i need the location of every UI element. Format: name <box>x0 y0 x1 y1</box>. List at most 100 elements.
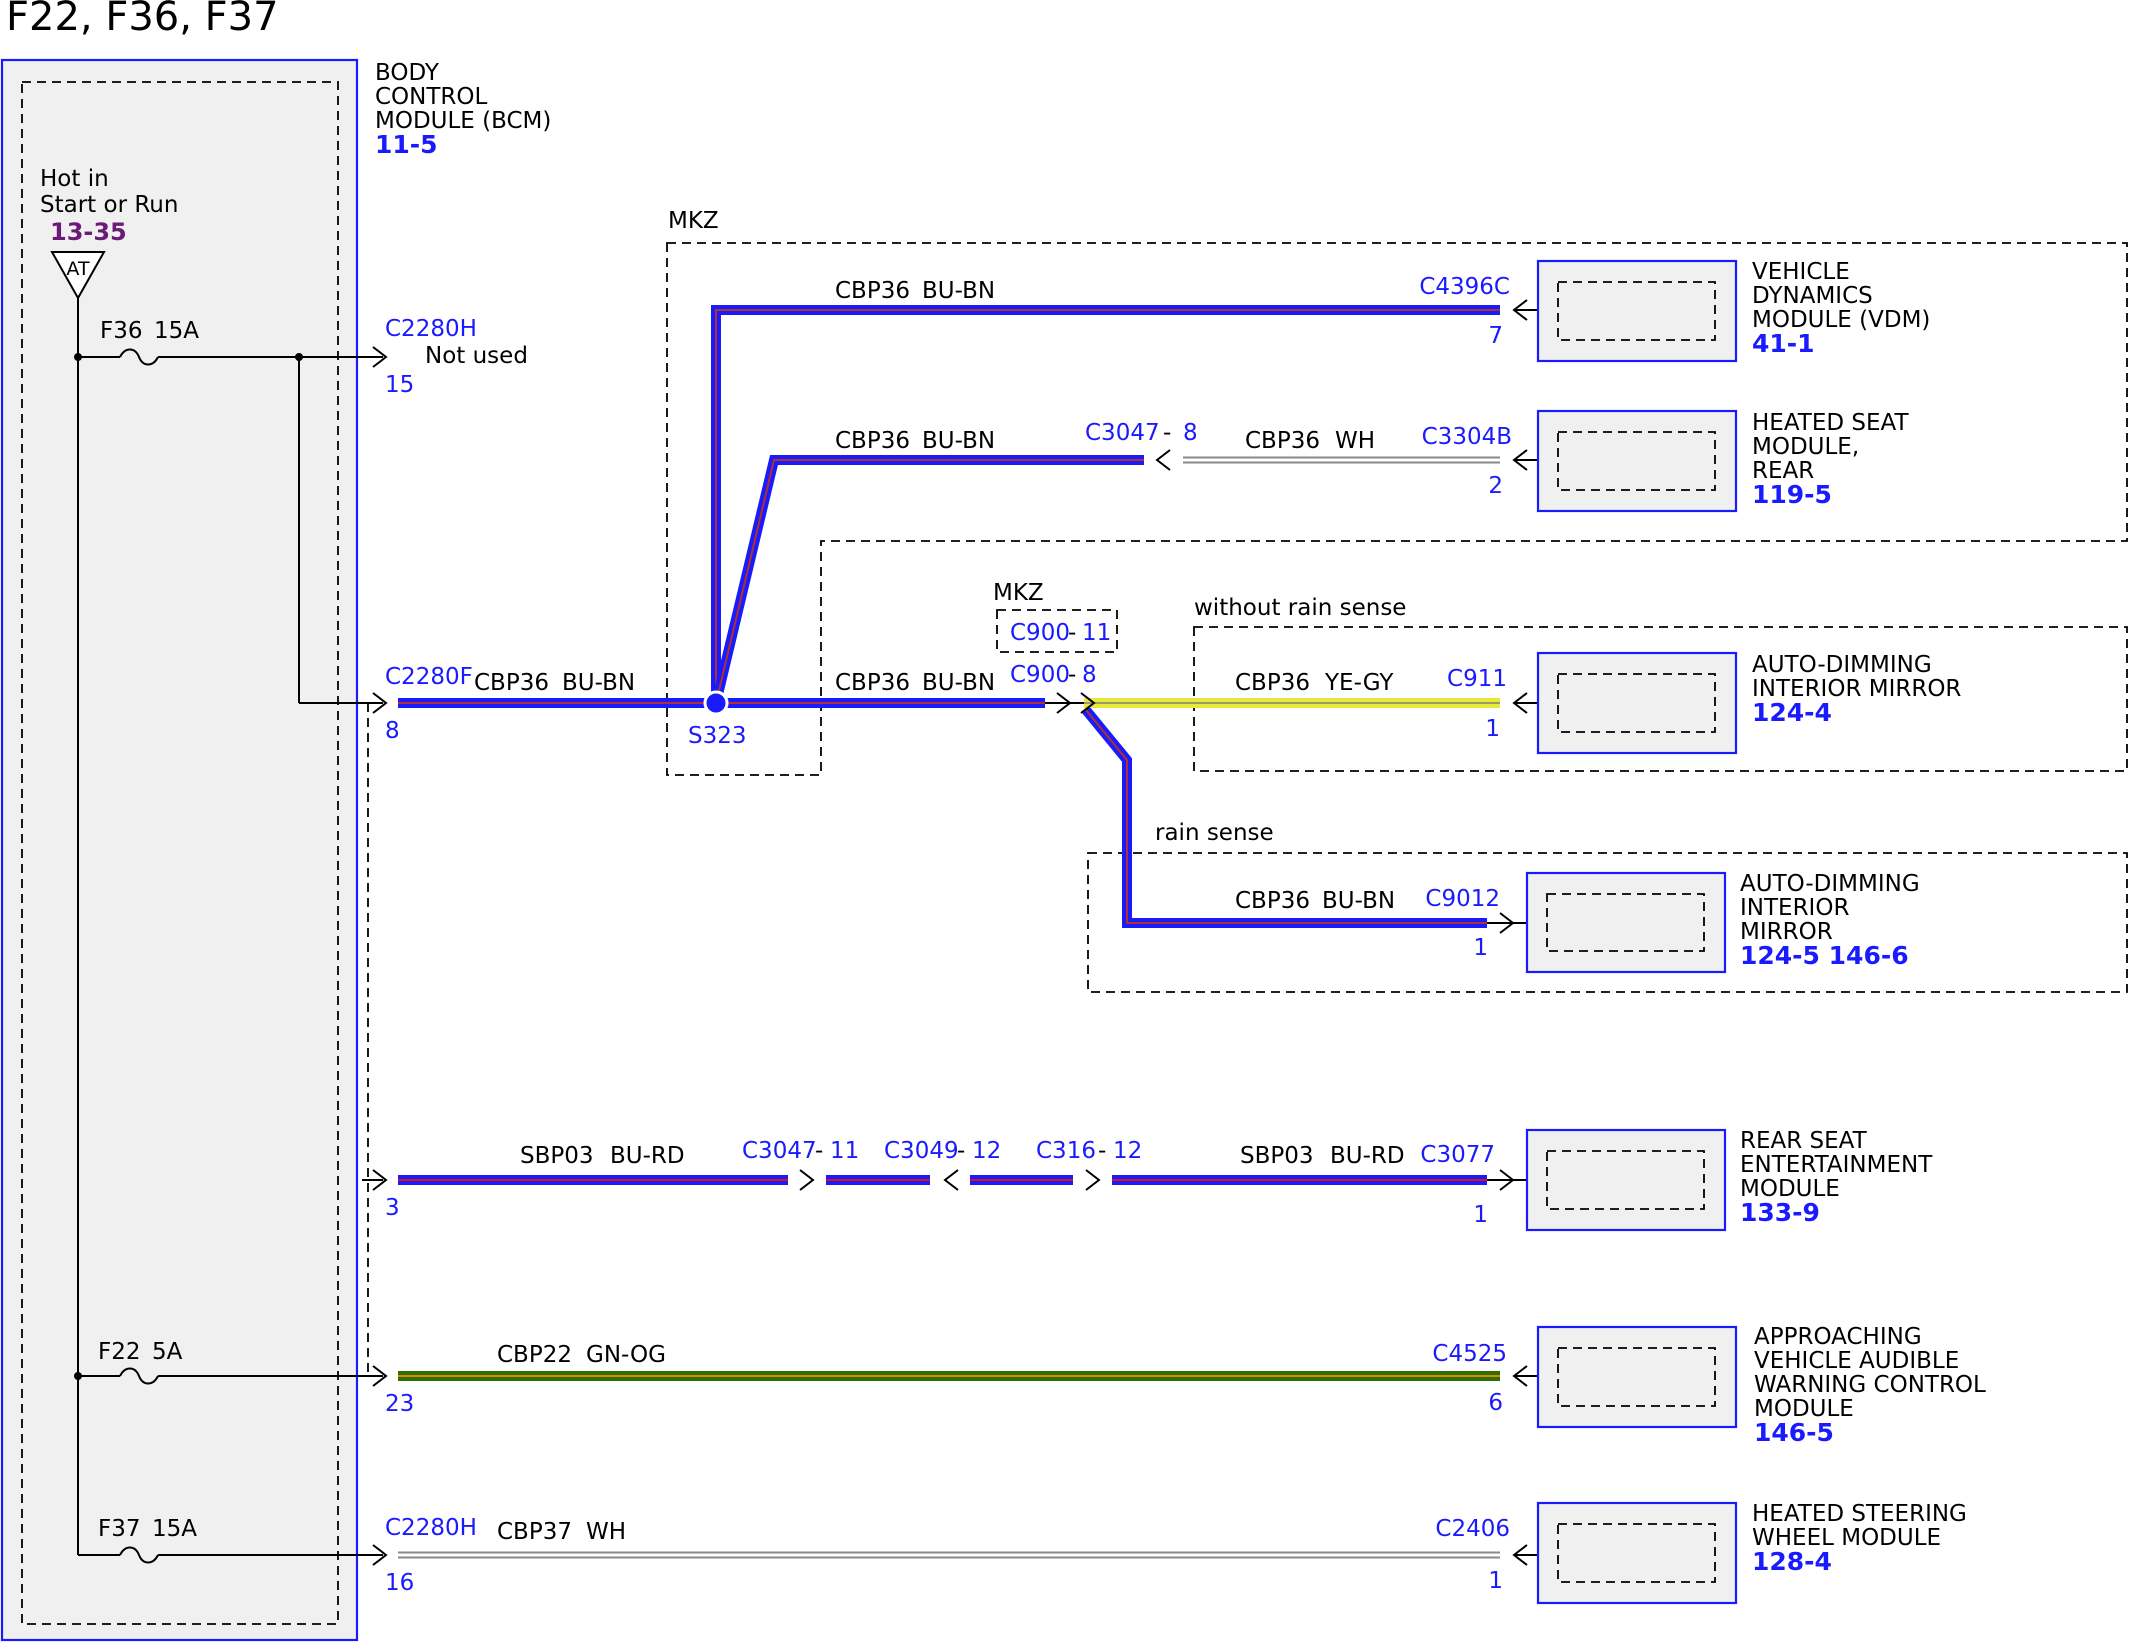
connector-c3047-11-pin: 11 <box>830 1138 859 1164</box>
power-source-symbol: AT <box>66 258 90 280</box>
bcm-label-line1: BODY <box>375 60 440 86</box>
splice-s323-icon <box>703 690 729 716</box>
module-name-line: MODULE, <box>1752 434 1859 460</box>
connector-c9012-pin: 1 <box>1473 935 1488 961</box>
fuse-f22-rating: 5A <box>152 1339 183 1365</box>
module-name-line: VEHICLE AUDIBLE <box>1754 1348 1959 1374</box>
connector-arrow-icon <box>943 1169 959 1191</box>
connector-c3077-label: C3077 <box>1420 1142 1495 1168</box>
pin-23: 23 <box>385 1391 414 1417</box>
connector-c4525-label: C4525 <box>1432 1341 1507 1367</box>
wire-harness <box>398 305 1500 1559</box>
module-ref-link[interactable]: 41-1 <box>1752 329 1815 358</box>
bcm-box <box>0 58 359 1642</box>
connector-arrow-icon <box>1155 449 1171 471</box>
module-vdm[interactable]: VEHICLE DYNAMICS MODULE (VDM) 41-1 <box>1536 259 1930 363</box>
bcm-label-line2: CONTROL <box>375 84 488 110</box>
wire-label-name: SBP03 <box>520 1143 594 1169</box>
connector-c3304b-label: C3304B <box>1422 424 1512 450</box>
wire-label-name: CBP36 <box>1235 888 1310 914</box>
connector-c3049-label: C3049 <box>884 1138 959 1164</box>
wire-stripe <box>715 459 1144 704</box>
wire-label-name: SBP03 <box>1240 1143 1314 1169</box>
connector-c900-8-label: C900 <box>1010 662 1070 688</box>
module-rear-seat-entertainment[interactable]: REAR SEAT ENTERTAINMENT MODULE 133-9 <box>1525 1128 1933 1232</box>
connector-c2406-pin: 1 <box>1488 1568 1503 1594</box>
connector-c316-label: C316 <box>1036 1138 1096 1164</box>
module-ref-link[interactable]: 124-5 146-6 <box>1740 941 1909 970</box>
rain-sense-label: rain sense <box>1155 820 1274 846</box>
wire-label-color: BU-BN <box>562 670 635 696</box>
splice-s323-label: S323 <box>688 723 747 749</box>
wire-label-name: CBP36 <box>474 670 549 696</box>
without-rain-sense-label: without rain sense <box>1194 595 1406 621</box>
wire-label-name: CBP22 <box>497 1342 572 1368</box>
connector-c900-8-pin: 8 <box>1082 662 1097 688</box>
module-ref-link[interactable]: 128-4 <box>1752 1547 1832 1576</box>
connector-dash: - <box>1068 662 1076 688</box>
wire-label-color: WH <box>1335 428 1375 454</box>
connector-c9012-label: C9012 <box>1425 886 1500 912</box>
module-ref-link[interactable]: 133-9 <box>1740 1198 1820 1227</box>
module-heated-steering-wheel[interactable]: HEATED STEERING WHEEL MODULE 128-4 <box>1536 1501 1967 1605</box>
diagram-title: F22, F36, F37 <box>6 0 279 40</box>
module-name-line: WARNING CONTROL <box>1754 1372 1986 1398</box>
bcm-label: BODY CONTROL MODULE (BCM) 11-5 <box>375 60 551 159</box>
connector-c4525-pin: 6 <box>1488 1390 1503 1416</box>
not-used-label: Not used <box>425 343 528 369</box>
connector-dash: - <box>815 1138 823 1164</box>
connector-arrow-icon <box>799 1169 815 1191</box>
module-heated-seat-rear[interactable]: HEATED SEAT MODULE, REAR 119-5 <box>1536 409 1909 513</box>
module-ref-link[interactable]: 146-5 <box>1754 1418 1834 1447</box>
connector-c4396c-label: C4396C <box>1419 274 1510 300</box>
module-name-line: APPROACHING <box>1754 1324 1922 1350</box>
module-ref-link[interactable]: 124-4 <box>1752 698 1832 727</box>
module-auto-dimming-mirror-1[interactable]: AUTO-DIMMING INTERIOR MIRROR 124-4 <box>1536 651 1961 755</box>
bcm-ref-link[interactable]: 11-5 <box>375 130 438 159</box>
wire-cbp36-to-c3047 <box>711 455 1144 705</box>
wire-label-color: BU-BN <box>922 278 995 304</box>
connector-dash: - <box>957 1138 965 1164</box>
power-ref-link[interactable]: 13-35 <box>50 218 127 246</box>
module-ref-link[interactable]: 119-5 <box>1752 480 1832 509</box>
connector-dash: - <box>1098 1138 1106 1164</box>
connector-c900-11-label: C900 <box>1010 620 1070 646</box>
wire-label-name: CBP36 <box>835 278 910 304</box>
module-name-line: AUTO-DIMMING <box>1740 871 1920 897</box>
module-name-line: INTERIOR <box>1740 895 1849 921</box>
fuse-f37-label: F37 <box>98 1516 141 1542</box>
wire-label-color: BU-BN <box>922 670 995 696</box>
pin-16: 16 <box>385 1570 414 1596</box>
module-auto-dimming-mirror-2[interactable]: AUTO-DIMMING INTERIOR MIRROR 124-5 146-6 <box>1525 871 1920 974</box>
power-label-line1: Hot in <box>40 166 109 192</box>
fuse-f36-rating: 15A <box>154 318 199 344</box>
wiring-diagram: F22, F36, F37 BODY CONTROL MODULE (BCM) … <box>0 0 2128 1642</box>
fuse-f22-label: F22 <box>98 1339 141 1365</box>
wire-label-color: YE-GY <box>1324 670 1394 696</box>
pin-8: 8 <box>385 718 400 744</box>
module-name-line: DYNAMICS <box>1752 283 1873 309</box>
wire-label-color: BU-BN <box>1322 888 1395 914</box>
connector-arrow-icon <box>1085 1169 1101 1191</box>
wire-label-color: GN-OG <box>586 1342 666 1368</box>
pin-15: 15 <box>385 372 414 398</box>
connector-c2280f-label: C2280F <box>385 664 473 690</box>
module-name-line: REAR SEAT <box>1740 1128 1868 1154</box>
connector-c3304b-pin: 2 <box>1488 473 1503 499</box>
connector-c2280h-label: C2280H <box>385 316 477 342</box>
connector-c4396c-pin: 7 <box>1488 323 1503 349</box>
bcm-connector-arrows <box>372 346 388 1566</box>
module-name-line: ENTERTAINMENT <box>1740 1152 1933 1178</box>
wire-label-name: CBP36 <box>1245 428 1320 454</box>
wire-label-name: CBP37 <box>497 1519 572 1545</box>
module-approaching-vehicle-audible-warning[interactable]: APPROACHING VEHICLE AUDIBLE WARNING CONT… <box>1536 1324 1986 1447</box>
power-label-line2: Start or Run <box>40 192 178 218</box>
module-name-line: AUTO-DIMMING <box>1752 652 1932 678</box>
wire-label-color: BU-RD <box>610 1143 685 1169</box>
wire-label-color: BU-RD <box>1330 1143 1405 1169</box>
mkz-connector-label: MKZ <box>993 580 1044 606</box>
wire-label-color: BU-BN <box>922 428 995 454</box>
pin-3: 3 <box>385 1195 400 1221</box>
module-name-line: HEATED STEERING <box>1752 1501 1967 1527</box>
connector-c3077-pin: 1 <box>1473 1202 1488 1228</box>
